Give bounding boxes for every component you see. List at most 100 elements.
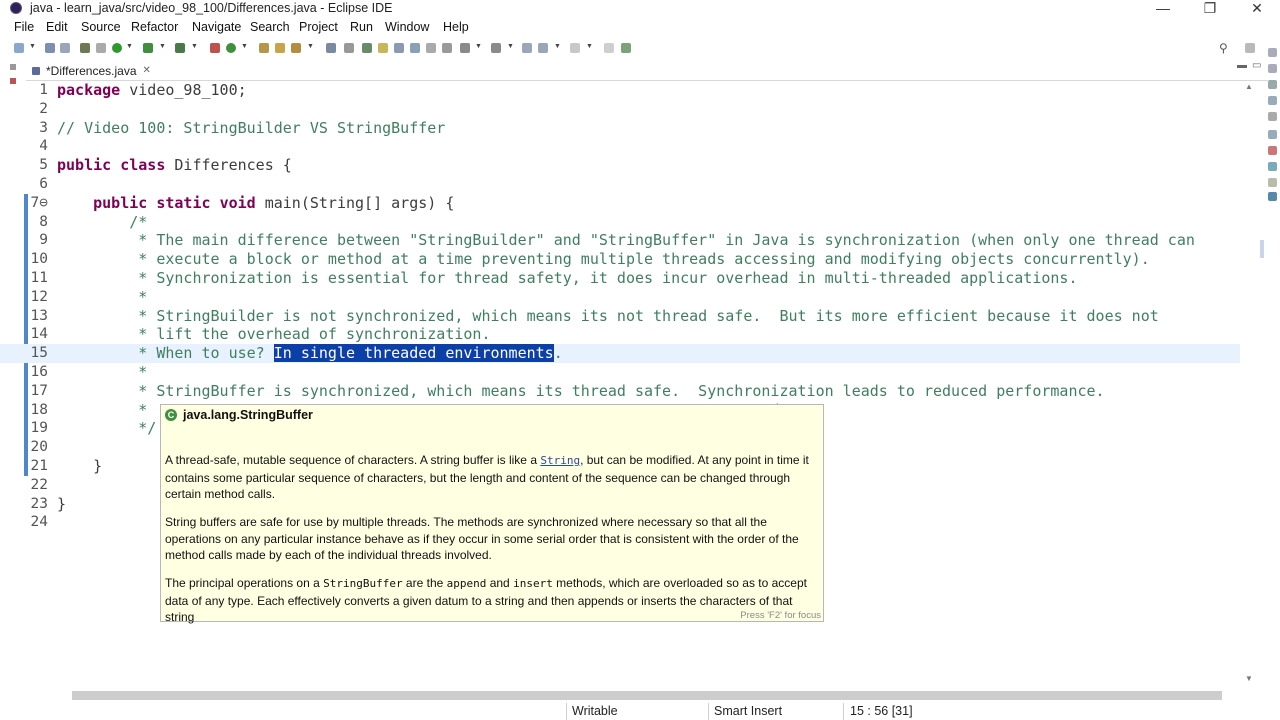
hover-paragraph-3: The principal operations on a StringBuff… bbox=[165, 576, 807, 624]
code-text: * When to use? In single threaded enviro… bbox=[57, 344, 563, 363]
line-number: 8 bbox=[39, 213, 48, 230]
code-line[interactable]: 1 package video_98_100; bbox=[0, 81, 1240, 100]
perspective-icon[interactable] bbox=[1245, 43, 1255, 53]
chevron-down-icon[interactable]: ▼ bbox=[554, 43, 561, 50]
new-class-icon[interactable] bbox=[226, 43, 236, 53]
code-line[interactable]: 11 * Synchronization is essential for th… bbox=[0, 269, 1240, 288]
menu-navigate[interactable]: Navigate bbox=[192, 20, 241, 34]
javadoc-icon[interactable] bbox=[1268, 96, 1277, 105]
code-line[interactable]: 5 public class Differences { bbox=[0, 156, 1240, 175]
code-line[interactable]: 14 * lift the overhead of synchronizatio… bbox=[0, 325, 1240, 344]
back-icon[interactable] bbox=[538, 43, 548, 53]
menu-run[interactable]: Run bbox=[350, 20, 373, 34]
chevron-down-icon[interactable]: ▼ bbox=[29, 43, 36, 50]
menu-project[interactable]: Project bbox=[299, 20, 338, 34]
search-tool-icon[interactable] bbox=[291, 43, 301, 53]
problems-icon[interactable] bbox=[1268, 80, 1277, 89]
code-line[interactable]: 12 * bbox=[0, 288, 1240, 307]
horizontal-scrollbar[interactable] bbox=[72, 691, 1222, 700]
string-link[interactable]: String bbox=[540, 454, 580, 467]
search-icon[interactable]: ⚲ bbox=[1219, 41, 1228, 55]
chevron-down-icon[interactable]: ▼ bbox=[475, 43, 482, 50]
code-text: /* bbox=[57, 212, 148, 231]
next-annotation-icon[interactable] bbox=[460, 43, 470, 53]
history-icon[interactable] bbox=[1268, 178, 1277, 187]
show-whitespace-icon[interactable] bbox=[426, 43, 436, 53]
word-wrap-icon[interactable] bbox=[410, 43, 420, 53]
chevron-down-icon[interactable]: ▼ bbox=[241, 43, 248, 50]
menu-refactor[interactable]: Refactor bbox=[131, 20, 178, 34]
code-line[interactable]: 8 /* bbox=[0, 213, 1240, 232]
terminal-view-icon[interactable] bbox=[1268, 162, 1277, 171]
menu-file[interactable]: File bbox=[14, 20, 34, 34]
last-edit-icon[interactable] bbox=[522, 43, 532, 53]
code-line[interactable]: 7⊖ public static void main(String[] args… bbox=[0, 194, 1240, 213]
pin-editor-icon[interactable] bbox=[604, 43, 614, 53]
maximize-editor-icon[interactable]: ▭ bbox=[1252, 60, 1261, 71]
line-number: 2 bbox=[39, 100, 48, 117]
new-java-project-icon[interactable] bbox=[210, 43, 220, 53]
menu-edit[interactable]: Edit bbox=[46, 20, 68, 34]
chevron-down-icon[interactable]: ▼ bbox=[191, 43, 198, 50]
outline-icon[interactable] bbox=[1268, 48, 1277, 57]
block-selection-icon[interactable] bbox=[394, 43, 404, 53]
properties-icon[interactable] bbox=[1268, 192, 1277, 201]
code-line[interactable]: 15 * When to use? In single threaded env… bbox=[0, 344, 1240, 364]
maximize-button[interactable]: ❐ bbox=[1187, 0, 1233, 18]
save-icon[interactable] bbox=[45, 43, 55, 53]
run-icon[interactable] bbox=[112, 43, 122, 53]
code-line[interactable]: 9 * The main difference between "StringB… bbox=[0, 231, 1240, 250]
code-line[interactable]: 10 * execute a block or method at a time… bbox=[0, 250, 1240, 269]
console-icon[interactable] bbox=[1268, 130, 1277, 139]
pilcrow-icon[interactable] bbox=[442, 43, 452, 53]
error-log-icon[interactable] bbox=[1268, 146, 1277, 155]
open-perspective-icon[interactable] bbox=[621, 43, 631, 53]
package-explorer-icon[interactable] bbox=[10, 78, 16, 84]
overview-ruler-marker[interactable] bbox=[1260, 240, 1264, 258]
open-type-icon[interactable] bbox=[259, 43, 269, 53]
task-list-icon[interactable] bbox=[1268, 64, 1277, 73]
code-line[interactable]: 13 * StringBuilder is not synchronized, … bbox=[0, 307, 1240, 326]
declaration-icon[interactable] bbox=[1268, 112, 1277, 121]
code-line[interactable]: 6 bbox=[0, 175, 1240, 194]
tab-differences-java[interactable]: *Differences.java ✕ bbox=[26, 62, 159, 82]
javadoc-hover[interactable]: C java.lang.StringBuffer A thread-safe, … bbox=[160, 404, 824, 624]
minimize-editor-icon[interactable]: ▬ bbox=[1237, 60, 1247, 71]
restore-icon[interactable] bbox=[10, 64, 16, 70]
previous-annotation-icon[interactable] bbox=[491, 43, 501, 53]
chevron-down-icon[interactable]: ▼ bbox=[586, 43, 593, 50]
chevron-down-icon[interactable]: ▼ bbox=[159, 43, 166, 50]
code-line[interactable]: 2 bbox=[0, 100, 1240, 119]
new-icon[interactable] bbox=[14, 43, 24, 53]
close-icon[interactable]: ✕ bbox=[143, 62, 151, 80]
debug-icon[interactable] bbox=[80, 43, 90, 53]
scroll-up-icon[interactable]: ▲ bbox=[1245, 82, 1253, 91]
toggle-breadcrumb-icon[interactable] bbox=[344, 43, 354, 53]
menu-search[interactable]: Search bbox=[250, 20, 290, 34]
toggle-highlight-icon[interactable] bbox=[378, 43, 388, 53]
status-insert-mode[interactable]: Smart Insert bbox=[714, 704, 782, 718]
open-task-icon[interactable] bbox=[275, 43, 285, 53]
close-button[interactable]: ✕ bbox=[1234, 0, 1280, 18]
external-tools-icon[interactable] bbox=[175, 43, 185, 53]
code-line[interactable]: 16 * bbox=[0, 363, 1240, 382]
save-all-icon[interactable] bbox=[60, 43, 70, 53]
line-number: 17 bbox=[30, 382, 48, 399]
terminal-icon[interactable] bbox=[326, 43, 336, 53]
menu-source[interactable]: Source bbox=[81, 20, 121, 34]
menu-help[interactable]: Help bbox=[443, 20, 469, 34]
code-line[interactable]: 17 * StringBuffer is synchronized, which… bbox=[0, 382, 1240, 401]
mark-occurrences-icon[interactable] bbox=[362, 43, 372, 53]
chevron-down-icon[interactable]: ▼ bbox=[126, 43, 133, 50]
coverage-icon[interactable] bbox=[143, 43, 153, 53]
menu-window[interactable]: Window bbox=[385, 20, 429, 34]
line-number: 19 bbox=[30, 420, 48, 437]
forward-icon[interactable] bbox=[570, 43, 580, 53]
scroll-down-icon[interactable]: ▼ bbox=[1245, 674, 1253, 683]
chevron-down-icon[interactable]: ▼ bbox=[307, 43, 314, 50]
chevron-down-icon[interactable]: ▼ bbox=[507, 43, 514, 50]
minimize-button[interactable]: — bbox=[1140, 0, 1186, 18]
code-line[interactable]: 3 // Video 100: StringBuilder VS StringBu… bbox=[0, 119, 1240, 138]
code-line[interactable]: 4 bbox=[0, 137, 1240, 156]
skip-breakpoints-icon[interactable] bbox=[96, 43, 106, 53]
